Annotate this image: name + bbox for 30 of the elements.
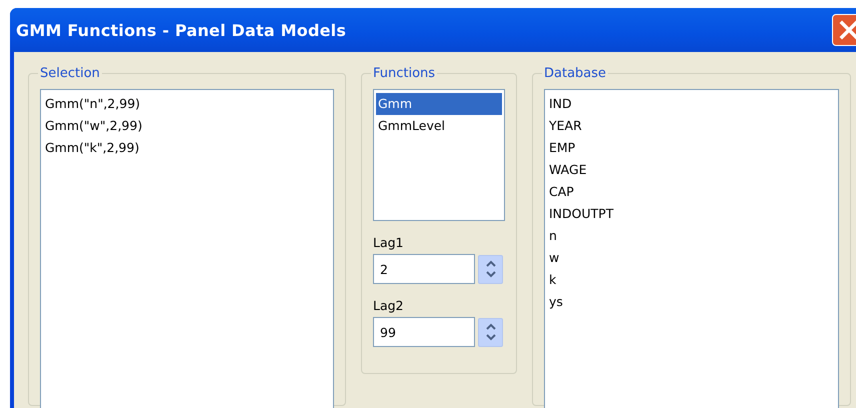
list-item[interactable]: WAGE [547, 159, 836, 181]
list-item[interactable]: k [547, 269, 836, 291]
database-list[interactable]: IND YEAR EMP WAGE CAP INDOUTPT n w k ys [544, 89, 839, 408]
spin-button[interactable] [478, 318, 503, 346]
list-item[interactable]: Gmm [376, 93, 502, 115]
selection-list[interactable]: Gmm("n",2,99) Gmm("w",2,99) Gmm("k",2,99) [40, 89, 334, 408]
close-button[interactable] [832, 14, 856, 46]
group-legend: Database [542, 66, 608, 81]
spin-button[interactable] [478, 254, 503, 284]
group-legend: Selection [38, 66, 102, 81]
list-item[interactable]: Gmm("n",2,99) [43, 93, 331, 115]
list-item[interactable]: GmmLevel [376, 115, 502, 137]
list-item[interactable]: IND [547, 93, 836, 115]
list-item[interactable]: EMP [547, 137, 836, 159]
list-item[interactable]: YEAR [547, 115, 836, 137]
list-item[interactable]: Gmm("k",2,99) [43, 137, 331, 159]
field-label: Lag1 [373, 235, 405, 250]
functions-list[interactable]: Gmm GmmLevel [373, 89, 505, 221]
window-title: GMM Functions - Panel Data Models [16, 20, 346, 40]
list-item[interactable]: INDOUTPT [547, 203, 836, 225]
group-legend: Functions [371, 66, 438, 81]
input-field[interactable]: 2 [373, 254, 475, 284]
list-item[interactable]: ys [547, 291, 836, 313]
list-item[interactable]: w [547, 247, 836, 269]
list-item[interactable]: Gmm("w",2,99) [43, 115, 331, 137]
list-item[interactable]: n [547, 225, 836, 247]
list-item[interactable]: CAP [547, 181, 836, 203]
close-icon [838, 19, 856, 41]
input-field[interactable]: 99 [373, 317, 475, 347]
field-label: Lag2 [373, 298, 405, 313]
